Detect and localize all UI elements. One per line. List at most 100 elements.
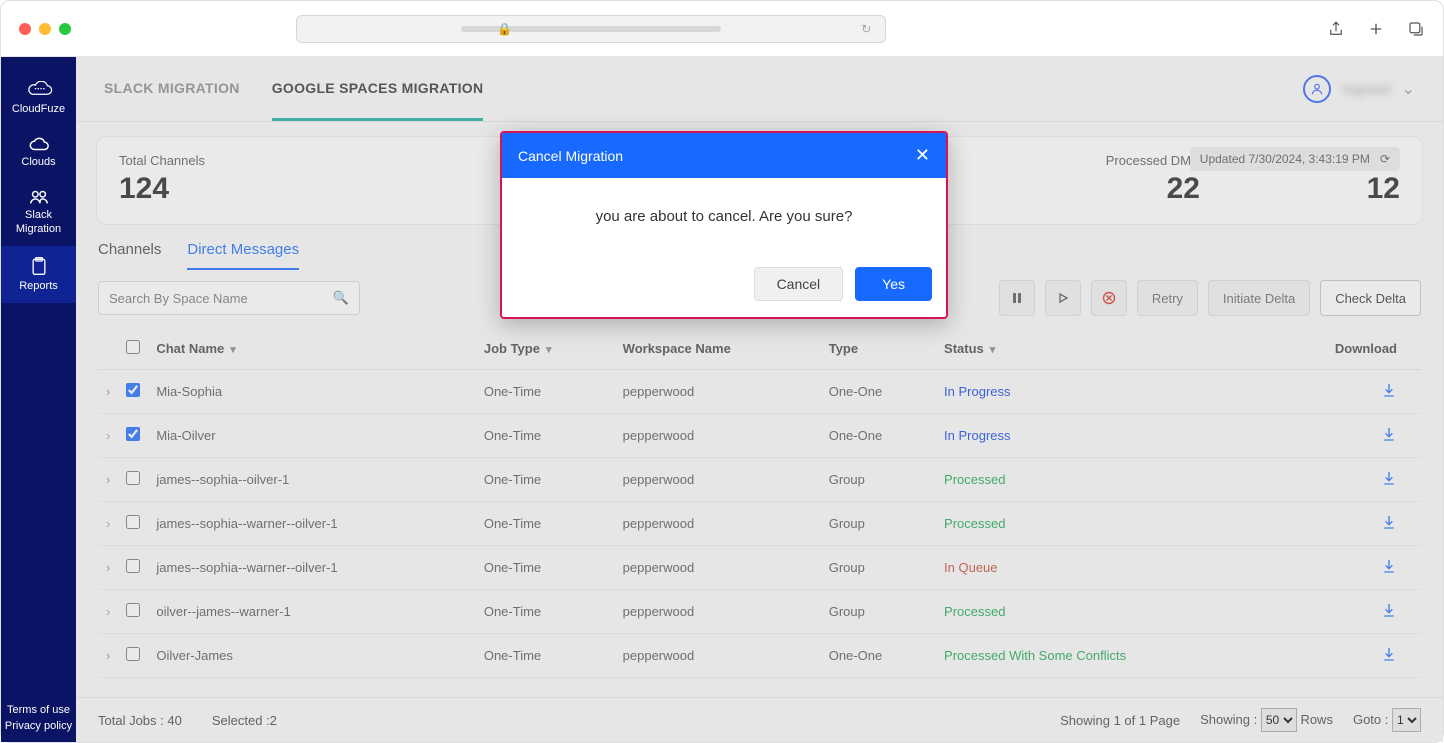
- table-row: ›Oilver-JamesOne-TimepepperwoodOne-OnePr…: [98, 634, 1421, 678]
- col-expand: [98, 326, 118, 370]
- cell-chat-name: james--sophia--warner--oilver-1: [148, 502, 476, 546]
- filter-icon[interactable]: ▾: [546, 344, 552, 356]
- user-menu[interactable]: Vignesh ⌄: [1303, 75, 1415, 103]
- tabs-icon[interactable]: [1407, 20, 1425, 38]
- sidebar-item-slack-migration[interactable]: Slack Migration: [1, 179, 76, 245]
- row-checkbox[interactable]: [126, 647, 140, 661]
- table-row: ›james--sophia--warner--oilver-1One-Time…: [98, 546, 1421, 590]
- download-icon[interactable]: [1381, 470, 1397, 486]
- share-icon[interactable]: [1327, 20, 1345, 38]
- download-icon[interactable]: [1381, 514, 1397, 530]
- select-all-checkbox[interactable]: [126, 340, 140, 354]
- expand-icon[interactable]: ›: [98, 590, 118, 634]
- expand-icon[interactable]: ›: [98, 502, 118, 546]
- cell-chat-name: oilver--james--warner-1: [148, 590, 476, 634]
- col-chat-name[interactable]: Chat Name▾: [148, 326, 476, 370]
- check-delta-button[interactable]: Check Delta: [1320, 280, 1421, 316]
- cell-status: Processed: [936, 502, 1265, 546]
- expand-icon[interactable]: ›: [98, 414, 118, 458]
- cell-type: Group: [821, 502, 936, 546]
- migrations-table: Chat Name▾ Job Type▾ Workspace Name Type…: [98, 326, 1421, 678]
- row-checkbox[interactable]: [126, 559, 140, 573]
- col-status[interactable]: Status▾: [936, 326, 1265, 370]
- expand-icon[interactable]: ›: [98, 370, 118, 414]
- tab-slack-migration[interactable]: SLACK MIGRATION: [104, 58, 240, 121]
- row-checkbox[interactable]: [126, 515, 140, 529]
- subtab-channels[interactable]: Channels: [98, 231, 161, 270]
- cell-job-type: One-Time: [476, 634, 615, 678]
- sidebar-brand[interactable]: CloudFuze: [1, 71, 76, 126]
- user-name: Vignesh: [1341, 81, 1391, 97]
- minimize-window-icon[interactable]: [39, 23, 51, 35]
- close-window-icon[interactable]: [19, 23, 31, 35]
- total-jobs: Total Jobs : 40: [98, 713, 182, 728]
- sidebar-item-reports[interactable]: Reports: [1, 246, 76, 303]
- stat-value: 22: [1106, 172, 1200, 206]
- download-icon[interactable]: [1381, 602, 1397, 618]
- cell-status: Processed: [936, 458, 1265, 502]
- row-checkbox[interactable]: [126, 471, 140, 485]
- close-icon[interactable]: ✕: [915, 145, 930, 166]
- modal-header: Cancel Migration ✕: [502, 133, 946, 178]
- chevron-down-icon: ⌄: [1402, 79, 1415, 99]
- cell-type: One-One: [821, 370, 936, 414]
- address-bar[interactable]: 🔒 ↻: [296, 15, 886, 43]
- refresh-icon[interactable]: ⟳: [1380, 152, 1390, 166]
- table-row: ›Mia-OilverOne-TimepepperwoodOne-OneIn P…: [98, 414, 1421, 458]
- cell-chat-name: james--sophia--warner--oilver-1: [148, 546, 476, 590]
- cell-chat-name: Mia-Sophia: [148, 370, 476, 414]
- subtab-direct-messages[interactable]: Direct Messages: [187, 231, 299, 270]
- cancel-button[interactable]: Cancel: [754, 267, 844, 301]
- row-checkbox[interactable]: [126, 427, 140, 441]
- pause-button[interactable]: [999, 280, 1035, 316]
- page-size-select[interactable]: 50: [1261, 708, 1297, 732]
- cell-workspace: pepperwood: [615, 502, 821, 546]
- row-checkbox[interactable]: [126, 603, 140, 617]
- cell-workspace: pepperwood: [615, 458, 821, 502]
- row-checkbox[interactable]: [126, 383, 140, 397]
- cell-job-type: One-Time: [476, 590, 615, 634]
- stat-label: Processed DM's: [1106, 153, 1200, 168]
- stat-value: 12: [1300, 172, 1400, 206]
- stop-button[interactable]: [1091, 280, 1127, 316]
- cell-workspace: pepperwood: [615, 546, 821, 590]
- yes-button[interactable]: Yes: [855, 267, 932, 301]
- download-icon[interactable]: [1381, 646, 1397, 662]
- terms-link[interactable]: Terms of use: [1, 702, 76, 718]
- expand-icon[interactable]: ›: [98, 458, 118, 502]
- col-select-all: [118, 326, 148, 370]
- download-icon[interactable]: [1381, 382, 1397, 398]
- goto-page-select[interactable]: 1: [1392, 708, 1421, 732]
- initiate-delta-button[interactable]: Initiate Delta: [1208, 280, 1310, 316]
- modal-footer: Cancel Yes: [502, 255, 946, 317]
- modal-body: you are about to cancel. Are you sure?: [502, 178, 946, 255]
- modal-title: Cancel Migration: [518, 148, 623, 164]
- cell-workspace: pepperwood: [615, 590, 821, 634]
- tab-google-spaces-migration[interactable]: GOOGLE SPACES MIGRATION: [272, 58, 484, 121]
- cell-status: In Queue: [936, 546, 1265, 590]
- cell-workspace: pepperwood: [615, 414, 821, 458]
- new-tab-icon[interactable]: [1367, 20, 1385, 38]
- expand-icon[interactable]: ›: [98, 546, 118, 590]
- expand-icon[interactable]: ›: [98, 634, 118, 678]
- maximize-window-icon[interactable]: [59, 23, 71, 35]
- cell-workspace: pepperwood: [615, 370, 821, 414]
- showing-wrap: Showing : 50 Rows: [1200, 708, 1333, 732]
- reload-icon[interactable]: ↻: [861, 22, 871, 36]
- lock-icon: 🔒: [497, 22, 512, 36]
- cancel-migration-modal: Cancel Migration ✕ you are about to canc…: [500, 131, 948, 319]
- sidebar-label: Slack Migration: [16, 209, 61, 235]
- search-input[interactable]: [109, 291, 333, 306]
- privacy-link[interactable]: Privacy policy: [1, 718, 76, 734]
- col-job-type[interactable]: Job Type▾: [476, 326, 615, 370]
- download-icon[interactable]: [1381, 558, 1397, 574]
- download-icon[interactable]: [1381, 426, 1397, 442]
- play-button[interactable]: [1045, 280, 1081, 316]
- search-icon[interactable]: 🔍: [333, 290, 349, 306]
- top-tabs: SLACK MIGRATION GOOGLE SPACES MIGRATION …: [76, 57, 1443, 122]
- filter-icon[interactable]: ▾: [990, 344, 996, 356]
- filter-icon[interactable]: ▾: [230, 344, 236, 356]
- cell-chat-name: Mia-Oilver: [148, 414, 476, 458]
- sidebar-item-clouds[interactable]: Clouds: [1, 126, 76, 179]
- retry-button[interactable]: Retry: [1137, 280, 1198, 316]
